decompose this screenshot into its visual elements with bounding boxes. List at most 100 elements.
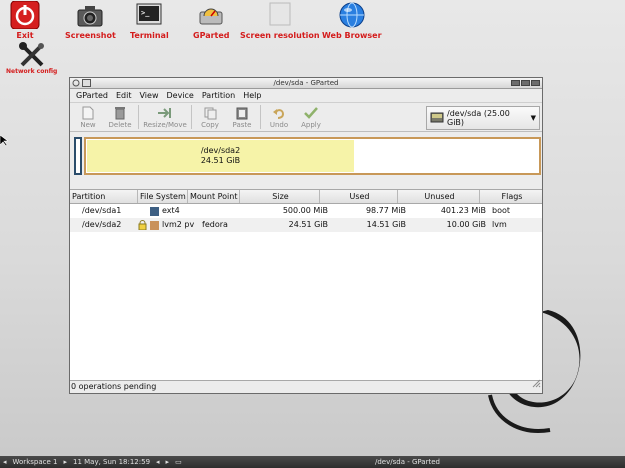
row-used: 98.77 MiB <box>365 206 406 215</box>
filesystem-color-swatch <box>150 220 159 230</box>
screenshot-desktop-icon[interactable]: Screenshot <box>65 1 116 40</box>
power-icon <box>10 1 40 29</box>
terminal-desktop-icon[interactable]: >_ Terminal <box>130 1 169 40</box>
mouse-cursor-icon <box>0 135 8 147</box>
col-used[interactable]: Used <box>320 190 398 203</box>
device-selector[interactable]: /dev/sda (25.00 GiB) ▼ <box>426 106 540 130</box>
gparted-desktop-icon[interactable]: GParted <box>193 1 230 40</box>
filesystem-color-swatch <box>150 206 159 216</box>
workspace-next-icon[interactable]: ▸ <box>60 456 70 468</box>
new-button[interactable]: New <box>72 103 104 131</box>
table-header: Partition File System Mount Point Size U… <box>70 190 542 204</box>
gparted-label: GParted <box>193 31 230 40</box>
new-label: New <box>80 120 96 129</box>
taskbar: ◂ Workspace 1 ▸ 11 May, Sun 18:12:59 ◂ ▸… <box>0 456 625 468</box>
row-flags: lvm <box>492 220 507 229</box>
menubar: GParted Edit View Device Partition Help <box>70 89 542 102</box>
taskbar-task-gparted[interactable]: /dev/sda - GParted <box>372 456 443 468</box>
status-text: 0 operations pending <box>71 382 157 391</box>
dropdown-arrow-icon: ▼ <box>530 114 536 122</box>
resize-grip-icon[interactable] <box>532 379 541 392</box>
row-unused: 10.00 GiB <box>446 220 486 229</box>
maximize-button[interactable] <box>521 80 530 86</box>
row-mountpoint: fedora <box>202 220 228 229</box>
monitor-icon <box>240 1 320 29</box>
row-flags: boot <box>492 206 511 215</box>
toolbar: New Delete Resize/Move Copy Paste Undo A… <box>70 102 542 132</box>
lock-icon <box>138 218 150 232</box>
table-row[interactable]: /dev/sda1 ext4 500.00 MiB 98.77 MiB 401.… <box>70 204 542 218</box>
resize-move-button[interactable]: Resize/Move <box>141 103 189 131</box>
row-partition: /dev/sda2 <box>82 220 122 229</box>
close-button[interactable] <box>531 80 540 86</box>
web-browser-desktop-icon[interactable]: Web Browser <box>322 1 382 40</box>
table-row[interactable]: /dev/sda2 lvm2 pv fedora 24.51 GiB 14.51… <box>70 218 542 232</box>
undo-label: Undo <box>269 120 289 129</box>
menu-device[interactable]: Device <box>166 91 193 100</box>
apply-label: Apply <box>301 120 321 129</box>
row-size: 500.00 MiB <box>282 206 328 215</box>
undo-arrow-icon <box>273 106 285 121</box>
row-mountpoint <box>200 204 250 218</box>
col-filesystem[interactable]: File System <box>138 190 188 203</box>
network-config-desktop-icon[interactable]: Network config <box>6 42 57 75</box>
menu-help[interactable]: Help <box>243 91 261 100</box>
camera-icon <box>65 1 116 29</box>
col-unused[interactable]: Unused <box>398 190 480 203</box>
task-next-icon[interactable]: ▸ <box>163 456 173 468</box>
gparted-window: /dev/sda - GParted GParted Edit View Dev… <box>69 77 543 394</box>
toolbar-separator <box>191 105 192 129</box>
terminal-label: Terminal <box>130 31 169 40</box>
clock: 11 May, Sun 18:12:59 <box>72 458 151 466</box>
minimize-button[interactable] <box>511 80 520 86</box>
clipboard-icon <box>236 106 248 121</box>
undo-button[interactable]: Undo <box>263 103 295 131</box>
screen-resolution-label: Screen resolution <box>240 31 320 40</box>
window-titlebar[interactable]: /dev/sda - GParted <box>70 78 542 89</box>
diskmap-partition-sda1[interactable] <box>74 137 82 175</box>
col-flags[interactable]: Flags <box>480 190 542 203</box>
menu-view[interactable]: View <box>140 91 159 100</box>
device-selector-label: /dev/sda (25.00 GiB) <box>447 109 510 127</box>
window-list-icon[interactable]: ▭ <box>172 456 185 468</box>
col-mountpoint[interactable]: Mount Point <box>188 190 240 203</box>
window-menu-icon[interactable] <box>72 79 80 90</box>
row-filesystem: ext4 <box>162 206 180 215</box>
screen-resolution-desktop-icon[interactable]: Screen resolution <box>240 1 320 40</box>
paste-button[interactable]: Paste <box>226 103 258 131</box>
exit-desktop-icon[interactable]: Exit <box>10 1 40 40</box>
col-partition[interactable]: Partition <box>70 190 138 203</box>
partition-table: Partition File System Mount Point Size U… <box>70 189 542 381</box>
copy-icon <box>204 106 217 121</box>
apply-button[interactable]: Apply <box>295 103 327 131</box>
row-filesystem: lvm2 pv <box>162 220 195 229</box>
disk-map: /dev/sda2 24.51 GiB <box>70 132 542 179</box>
diskmap-partition-sda2[interactable]: /dev/sda2 24.51 GiB <box>84 137 541 175</box>
exit-label: Exit <box>16 31 34 40</box>
paste-label: Paste <box>232 120 252 129</box>
copy-button[interactable]: Copy <box>194 103 226 131</box>
new-document-icon <box>82 106 94 121</box>
diskmap-partition-size: 24.51 GiB <box>200 156 241 165</box>
toolbar-separator <box>260 105 261 129</box>
toolbar-separator <box>138 105 139 129</box>
workspace-prev-icon[interactable]: ◂ <box>0 456 10 468</box>
diskmap-partition-name: /dev/sda2 <box>200 146 241 155</box>
screenshot-label: Screenshot <box>65 31 116 40</box>
task-prev-icon[interactable]: ◂ <box>153 456 163 468</box>
disk-gauge-icon <box>193 1 230 29</box>
workspace-label[interactable]: Workspace 1 <box>10 456 61 468</box>
menu-partition[interactable]: Partition <box>202 91 235 100</box>
harddisk-icon <box>430 110 444 126</box>
window-title: /dev/sda - GParted <box>273 79 339 87</box>
app-icon <box>82 79 91 90</box>
col-size[interactable]: Size <box>240 190 320 203</box>
delete-button[interactable]: Delete <box>104 103 136 131</box>
status-bar: 0 operations pending <box>70 379 542 393</box>
terminal-icon: >_ <box>130 1 169 29</box>
resize-move-label: Resize/Move <box>143 120 187 129</box>
tools-icon <box>6 42 57 68</box>
menu-edit[interactable]: Edit <box>116 91 132 100</box>
menu-gparted[interactable]: GParted <box>76 91 108 100</box>
resize-arrow-icon <box>157 106 173 121</box>
